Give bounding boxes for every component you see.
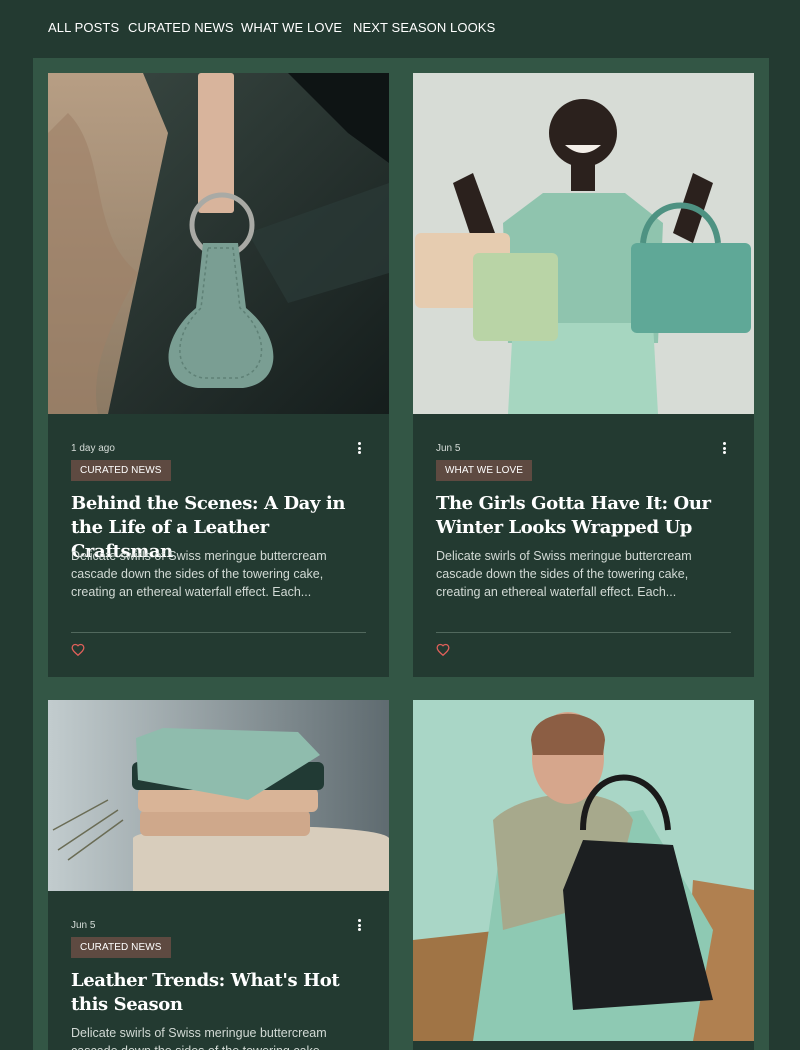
category-badge[interactable]: CURATED NEWS: [71, 460, 171, 481]
nav-all-posts[interactable]: ALL POSTS: [48, 20, 119, 35]
post-excerpt: Delicate swirls of Swiss meringue butter…: [71, 1026, 327, 1050]
post-date: Jun 5: [71, 920, 96, 931]
heart-icon[interactable]: [71, 643, 85, 657]
post-excerpt: Delicate swirls of Swiss meringue butter…: [436, 549, 692, 599]
post-cover-image[interactable]: [413, 73, 754, 414]
more-options-icon[interactable]: [718, 441, 730, 455]
post-card[interactable]: Jun 5 WHAT WE LOVE The Girls Gotta Have …: [413, 73, 754, 677]
more-options-icon[interactable]: [353, 918, 365, 932]
more-options-icon[interactable]: [353, 441, 365, 455]
category-badge[interactable]: CURATED NEWS: [71, 937, 171, 958]
post-title[interactable]: Leather Trends: What's Hot this Season: [71, 969, 371, 1017]
divider: [436, 632, 731, 633]
category-nav: ALL POSTS CURATED NEWS WHAT WE LOVE NEXT…: [0, 0, 800, 58]
post-card[interactable]: [413, 700, 754, 1050]
nav-curated-news[interactable]: CURATED NEWS: [128, 20, 234, 35]
post-cover-image[interactable]: [48, 73, 389, 414]
post-title[interactable]: The Girls Gotta Have It: Our Winter Look…: [436, 492, 736, 540]
post-cover-image[interactable]: [48, 700, 389, 891]
post-cover-image[interactable]: [413, 700, 754, 1041]
category-badge[interactable]: WHAT WE LOVE: [436, 460, 533, 481]
nav-next-season-looks[interactable]: NEXT SEASON LOOKS: [353, 20, 495, 35]
post-date: Jun 5: [436, 443, 461, 454]
post-excerpt: Delicate swirls of Swiss meringue butter…: [71, 549, 327, 599]
post-card[interactable]: 1 day ago CURATED NEWS Behind the Scenes…: [48, 73, 389, 677]
post-date: 1 day ago: [71, 443, 115, 454]
post-card[interactable]: Jun 5 CURATED NEWS Leather Trends: What'…: [48, 700, 389, 1050]
heart-icon[interactable]: [436, 643, 450, 657]
nav-what-we-love[interactable]: WHAT WE LOVE: [241, 20, 342, 35]
divider: [71, 632, 366, 633]
